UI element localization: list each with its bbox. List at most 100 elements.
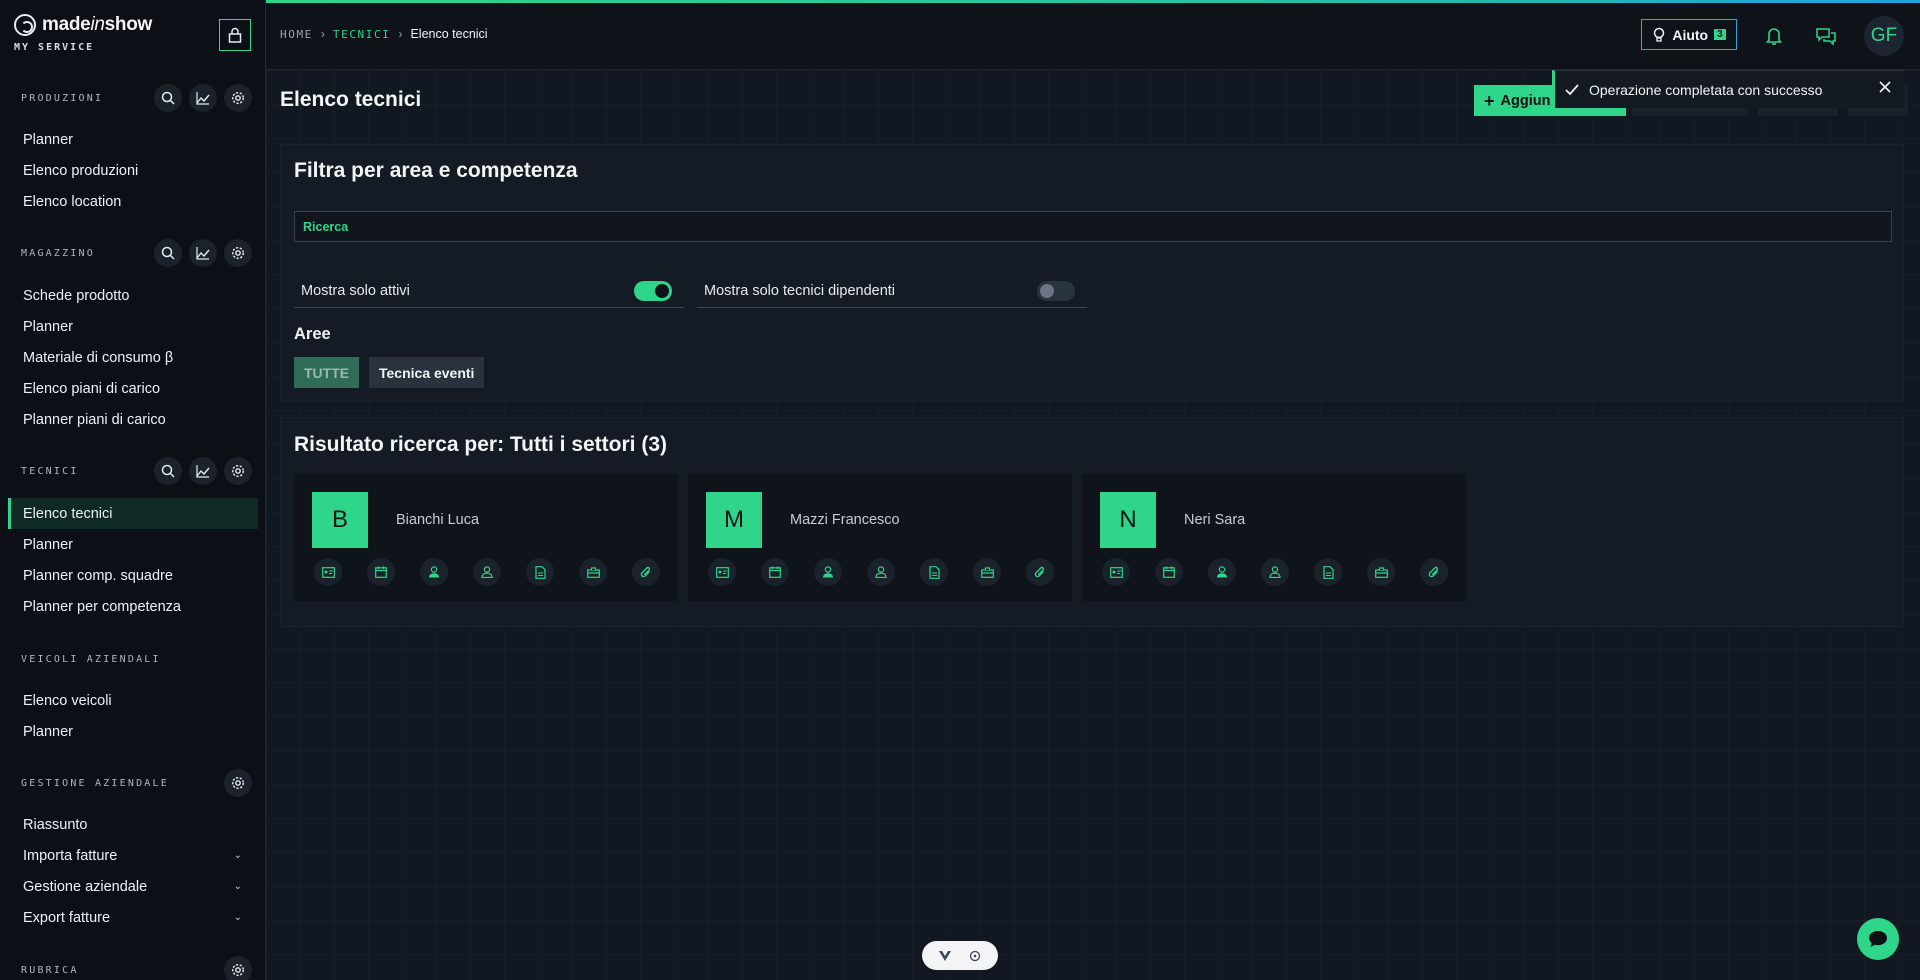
sidebar-item-schede-prodotto[interactable]: Schede prodotto: [0, 280, 265, 311]
calendar-action-button[interactable]: [761, 558, 789, 586]
document-action-button[interactable]: [920, 558, 948, 586]
search-icon: [161, 464, 175, 478]
settings-button[interactable]: [224, 457, 252, 485]
document-action-button[interactable]: [526, 558, 554, 586]
technician-avatar: M: [706, 492, 762, 548]
toolbox-action-button[interactable]: [1367, 558, 1395, 586]
sidebar-item-planner-piani-carico[interactable]: Planner piani di carico: [0, 404, 265, 435]
toolbox-action-button[interactable]: [579, 558, 607, 586]
sidebar-item-planner[interactable]: Planner: [0, 124, 265, 155]
sidebar-item-elenco-tecnici[interactable]: Elenco tecnici: [8, 498, 258, 529]
sidebar-item-planner-comp-squadre[interactable]: Planner comp. squadre: [0, 560, 265, 591]
technician-card[interactable]: M Mazzi Francesco: [688, 474, 1072, 601]
sidebar-item-planner[interactable]: Planner: [0, 529, 265, 560]
notifications-button[interactable]: [1763, 25, 1785, 47]
sidebar-section-gestione: GESTIONE AZIENDALE Riassunto Importa fat…: [0, 768, 265, 933]
sidebar-section-produzioni: PRODUZIONI Planner Elenco produzioni Ele…: [0, 83, 265, 217]
user-alt-action-button[interactable]: [867, 558, 895, 586]
close-toast-button[interactable]: [1878, 80, 1892, 97]
technician-name[interactable]: Mazzi Francesco: [790, 512, 900, 528]
search-field[interactable]: [294, 211, 1892, 242]
paperclip-action-button[interactable]: [1420, 558, 1448, 586]
toggle-employees-switch[interactable]: [1037, 281, 1075, 301]
check-icon: [1565, 83, 1579, 95]
switch-knob: [1040, 284, 1054, 298]
toggle-employees-row[interactable]: Mostra solo tecnici dipendenti: [697, 275, 1087, 308]
card-actions: [708, 558, 1054, 586]
stats-button[interactable]: [189, 84, 217, 112]
toolbox-action-button[interactable]: [973, 558, 1001, 586]
breadcrumb-current: Elenco tecnici: [410, 27, 488, 41]
chat-bubbles-icon: [1816, 28, 1836, 46]
breadcrumb-tecnici[interactable]: TECNICI: [333, 28, 391, 41]
technician-name[interactable]: Bianchi Luca: [396, 512, 479, 528]
vue-logo-icon: [939, 950, 951, 961]
sidebar-item-planner[interactable]: Planner: [0, 716, 265, 747]
technician-card[interactable]: B Bianchi Luca: [294, 474, 678, 601]
sidebar-item-riassunto[interactable]: Riassunto: [0, 809, 265, 840]
chat-button[interactable]: [1857, 918, 1899, 960]
paperclip-action-button[interactable]: [632, 558, 660, 586]
sidebar-item-planner-per-competenza[interactable]: Planner per competenza: [0, 591, 265, 622]
technician-card[interactable]: N Neri Sara: [1082, 474, 1466, 601]
paperclip-icon: [640, 566, 651, 577]
breadcrumb-home[interactable]: HOME: [280, 28, 313, 41]
sidebar-item-importa-fatture[interactable]: Importa fatture ⌄: [0, 840, 265, 871]
stats-button[interactable]: [189, 239, 217, 267]
help-badge: 3: [1714, 29, 1726, 40]
area-chip-tecnica-eventi[interactable]: Tecnica eventi: [369, 357, 485, 388]
sidebar-item-gestione-aziendale[interactable]: Gestione aziendale ⌄: [0, 871, 265, 902]
technician-name[interactable]: Neri Sara: [1184, 512, 1245, 528]
id-card-action-button[interactable]: [314, 558, 342, 586]
id-card-action-button[interactable]: [1102, 558, 1130, 586]
toggle-active-switch[interactable]: [634, 281, 672, 301]
search-button[interactable]: [154, 239, 182, 267]
sidebar-item-elenco-produzioni[interactable]: Elenco produzioni: [0, 155, 265, 186]
settings-button[interactable]: [224, 956, 252, 980]
user-avatar[interactable]: GF: [1864, 16, 1904, 56]
sidebar-item-elenco-location[interactable]: Elenco location: [0, 186, 265, 217]
document-icon: [1322, 565, 1334, 579]
chevron-down-icon: ⌄: [233, 912, 242, 923]
user-action-button[interactable]: [1208, 558, 1236, 586]
settings-button[interactable]: [224, 84, 252, 112]
card-actions: [1102, 558, 1448, 586]
sidebar-item-export-fatture[interactable]: Export fatture ⌄: [0, 902, 265, 933]
search-button[interactable]: [154, 84, 182, 112]
paperclip-action-button[interactable]: [1026, 558, 1054, 586]
messages-button[interactable]: [1815, 25, 1837, 47]
calendar-action-button[interactable]: [1155, 558, 1183, 586]
sidebar-item-elenco-piani-carico[interactable]: Elenco piani di carico: [0, 373, 265, 404]
sidebar-section-magazzino: MAGAZZINO Schede prodotto Planner Materi…: [0, 238, 265, 435]
brand-name: madeinshow: [42, 14, 152, 35]
help-button[interactable]: Aiuto 3: [1641, 19, 1737, 50]
sidebar-item-planner[interactable]: Planner: [0, 311, 265, 342]
stats-button[interactable]: [189, 457, 217, 485]
calendar-action-button[interactable]: [367, 558, 395, 586]
target-icon: [969, 950, 981, 961]
id-card-action-button[interactable]: [708, 558, 736, 586]
user-alt-action-button[interactable]: [1261, 558, 1289, 586]
sidebar-section-title: TECNICI: [21, 465, 79, 477]
brand-mark-icon: [14, 14, 36, 36]
sidebar-item-elenco-veicoli[interactable]: Elenco veicoli: [0, 685, 265, 716]
sidebar-item-materiale-consumo[interactable]: Materiale di consumo β: [0, 342, 265, 373]
search-button[interactable]: [154, 457, 182, 485]
user-action-button[interactable]: [420, 558, 448, 586]
user-action-button[interactable]: [814, 558, 842, 586]
user-alt-action-button[interactable]: [473, 558, 501, 586]
settings-button[interactable]: [224, 239, 252, 267]
area-chip-tutte[interactable]: TUTTE: [294, 357, 359, 388]
sidebar-section-title: PRODUZIONI: [21, 92, 104, 104]
search-input[interactable]: [303, 219, 1891, 234]
toggle-employees-label: Mostra solo tecnici dipendenti: [704, 283, 896, 299]
toggle-active-row[interactable]: Mostra solo attivi: [294, 275, 684, 308]
lock-sidebar-button[interactable]: [219, 19, 251, 51]
page-title: Elenco tecnici: [280, 88, 422, 111]
main-content: Elenco tecnici + Aggiun Filtra per area …: [266, 70, 1920, 980]
document-action-button[interactable]: [1314, 558, 1342, 586]
sidebar: madeinshow MY SERVICE PRODUZIONI Planner…: [0, 0, 266, 980]
devtools-pill[interactable]: [922, 941, 998, 970]
settings-button[interactable]: [224, 769, 252, 797]
brand-logo[interactable]: madeinshow MY SERVICE: [14, 14, 152, 53]
